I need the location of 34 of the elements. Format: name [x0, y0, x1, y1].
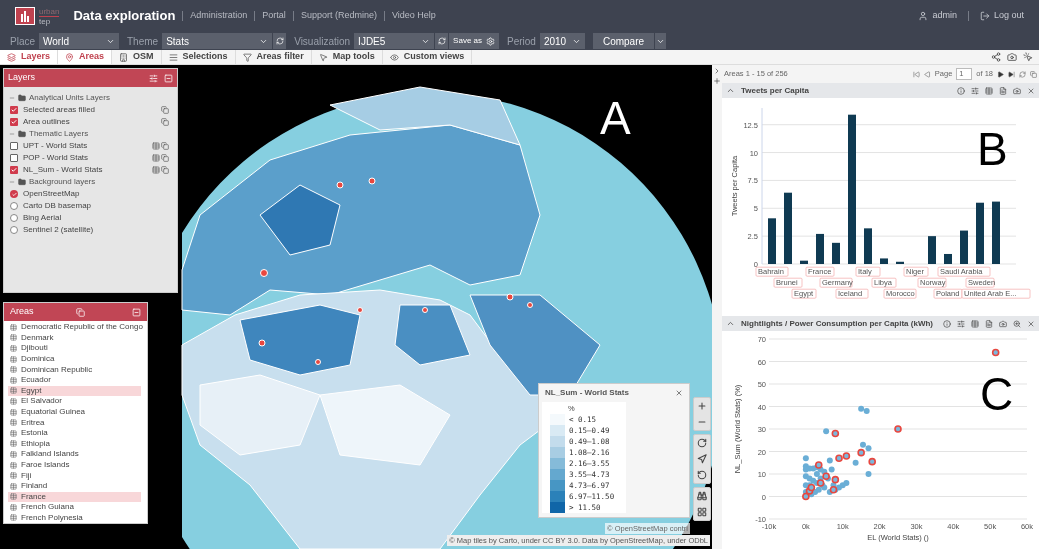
panel-title: Areas	[10, 305, 34, 319]
area-name: El Salvador	[21, 395, 62, 408]
area-name: Equatorial Guinea	[21, 406, 86, 419]
field-label: Theme	[127, 34, 159, 49]
app-title: Data exploration	[73, 7, 176, 26]
chart-title: Tweets per Capita	[741, 84, 809, 97]
area-name: Eritrea	[21, 416, 45, 429]
area-name: Ethiopia	[21, 437, 50, 450]
area-name: Finland	[21, 480, 48, 493]
area-name: Fiji	[21, 469, 32, 482]
area-name: French Polynesia	[21, 512, 83, 523]
area-name: Djibouti	[21, 342, 48, 355]
area-name: Dominican Republic	[21, 363, 93, 376]
area-name: French Guiana	[21, 501, 74, 514]
panel-title: Layers	[8, 71, 35, 85]
area-name: Estonia	[21, 427, 48, 440]
area-name: Dominica	[21, 353, 55, 366]
area-name: Faroe Islands	[21, 459, 70, 471]
area-name: Democratic Republic of the Congo	[21, 321, 143, 334]
chart-title: Nightlights / Power Consumption per Capita (kWh)	[741, 317, 933, 330]
annotation-letter: C	[980, 371, 1014, 417]
area-name: France	[21, 490, 46, 503]
annotation-letter: B	[977, 126, 1008, 172]
logo-text: urban	[39, 6, 60, 16]
field-label: Period	[507, 34, 536, 49]
area-name: Egypt	[21, 384, 42, 397]
field-label: Place	[10, 34, 35, 49]
area-name: Denmark	[21, 331, 54, 344]
area-name: Falkland Islands	[21, 448, 79, 461]
field-label: Visualization	[294, 34, 351, 49]
area-name: Ecuador	[21, 374, 51, 387]
logo-text: tep	[39, 15, 60, 26]
legend-title: NL_Sum - World Stats	[545, 387, 629, 399]
annotation-letter: A	[600, 95, 631, 141]
